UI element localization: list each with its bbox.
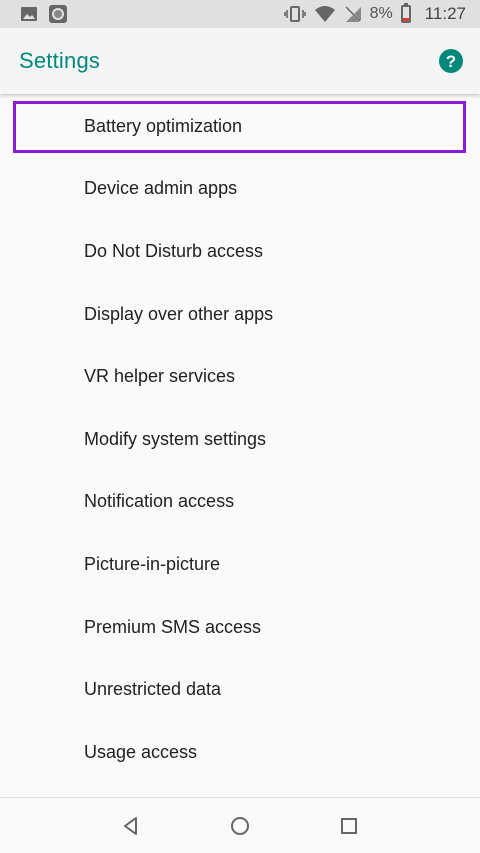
navigation-bar <box>0 797 480 853</box>
list-item-label: Do Not Disturb access <box>84 240 264 261</box>
recents-icon <box>341 817 358 834</box>
list-item-label: Device admin apps <box>84 178 238 199</box>
svg-text:?: ? <box>446 52 456 71</box>
wifi-icon <box>314 6 335 22</box>
list-item-label: Unrestricted data <box>84 679 222 700</box>
list-item-device-admin-apps[interactable]: Device admin apps <box>0 158 480 221</box>
list-item-premium-sms-access[interactable]: Premium SMS access <box>0 596 480 659</box>
list-item-picture-in-picture[interactable]: Picture-in-picture <box>0 533 480 596</box>
list-item-label: Notification access <box>84 491 235 512</box>
home-icon <box>230 816 249 835</box>
no-sim-icon <box>343 5 362 23</box>
home-button[interactable] <box>225 811 255 841</box>
list-item-battery-optimization[interactable]: Battery optimization <box>0 95 480 158</box>
face-icon <box>49 5 67 23</box>
list-item-label: Usage access <box>84 741 198 762</box>
list-item-label: VR helper services <box>84 366 236 387</box>
list-item-notification-access[interactable]: Notification access <box>0 471 480 534</box>
list-item-label: Picture-in-picture <box>84 553 221 574</box>
list-item-label: Battery optimization <box>84 115 243 136</box>
list-item-unrestricted-data[interactable]: Unrestricted data <box>0 658 480 721</box>
battery-percent: 8% <box>369 5 393 22</box>
list-item-display-over-other-apps[interactable]: Display over other apps <box>0 283 480 346</box>
list-item-label: Modify system settings <box>84 428 267 449</box>
recents-button[interactable] <box>334 811 364 841</box>
status-clock: 11:27 <box>424 4 466 23</box>
back-button[interactable] <box>116 811 146 841</box>
image-icon <box>21 7 37 21</box>
list-item-usage-access[interactable]: Usage access <box>0 721 480 784</box>
back-icon <box>123 816 137 835</box>
battery-low-icon <box>400 3 411 23</box>
list-item-label: Premium SMS access <box>84 616 262 637</box>
app-bar: Settings ? <box>0 28 480 94</box>
list-item-do-not-disturb-access[interactable]: Do Not Disturb access <box>0 220 480 283</box>
special-access-list: Battery optimization Device admin apps D… <box>0 94 480 784</box>
status-left-icons <box>20 4 68 24</box>
page-title: Settings <box>19 48 101 73</box>
list-item-label: Display over other apps <box>84 303 274 324</box>
list-item-modify-system-settings[interactable]: Modify system settings <box>0 408 480 471</box>
status-bar: 8% 11:27 <box>0 0 480 28</box>
status-right-icons: 8% 11:27 <box>283 3 466 24</box>
vibrate-icon <box>283 6 306 22</box>
list-item-vr-helper-services[interactable]: VR helper services <box>0 345 480 408</box>
help-icon[interactable]: ? <box>438 48 464 74</box>
